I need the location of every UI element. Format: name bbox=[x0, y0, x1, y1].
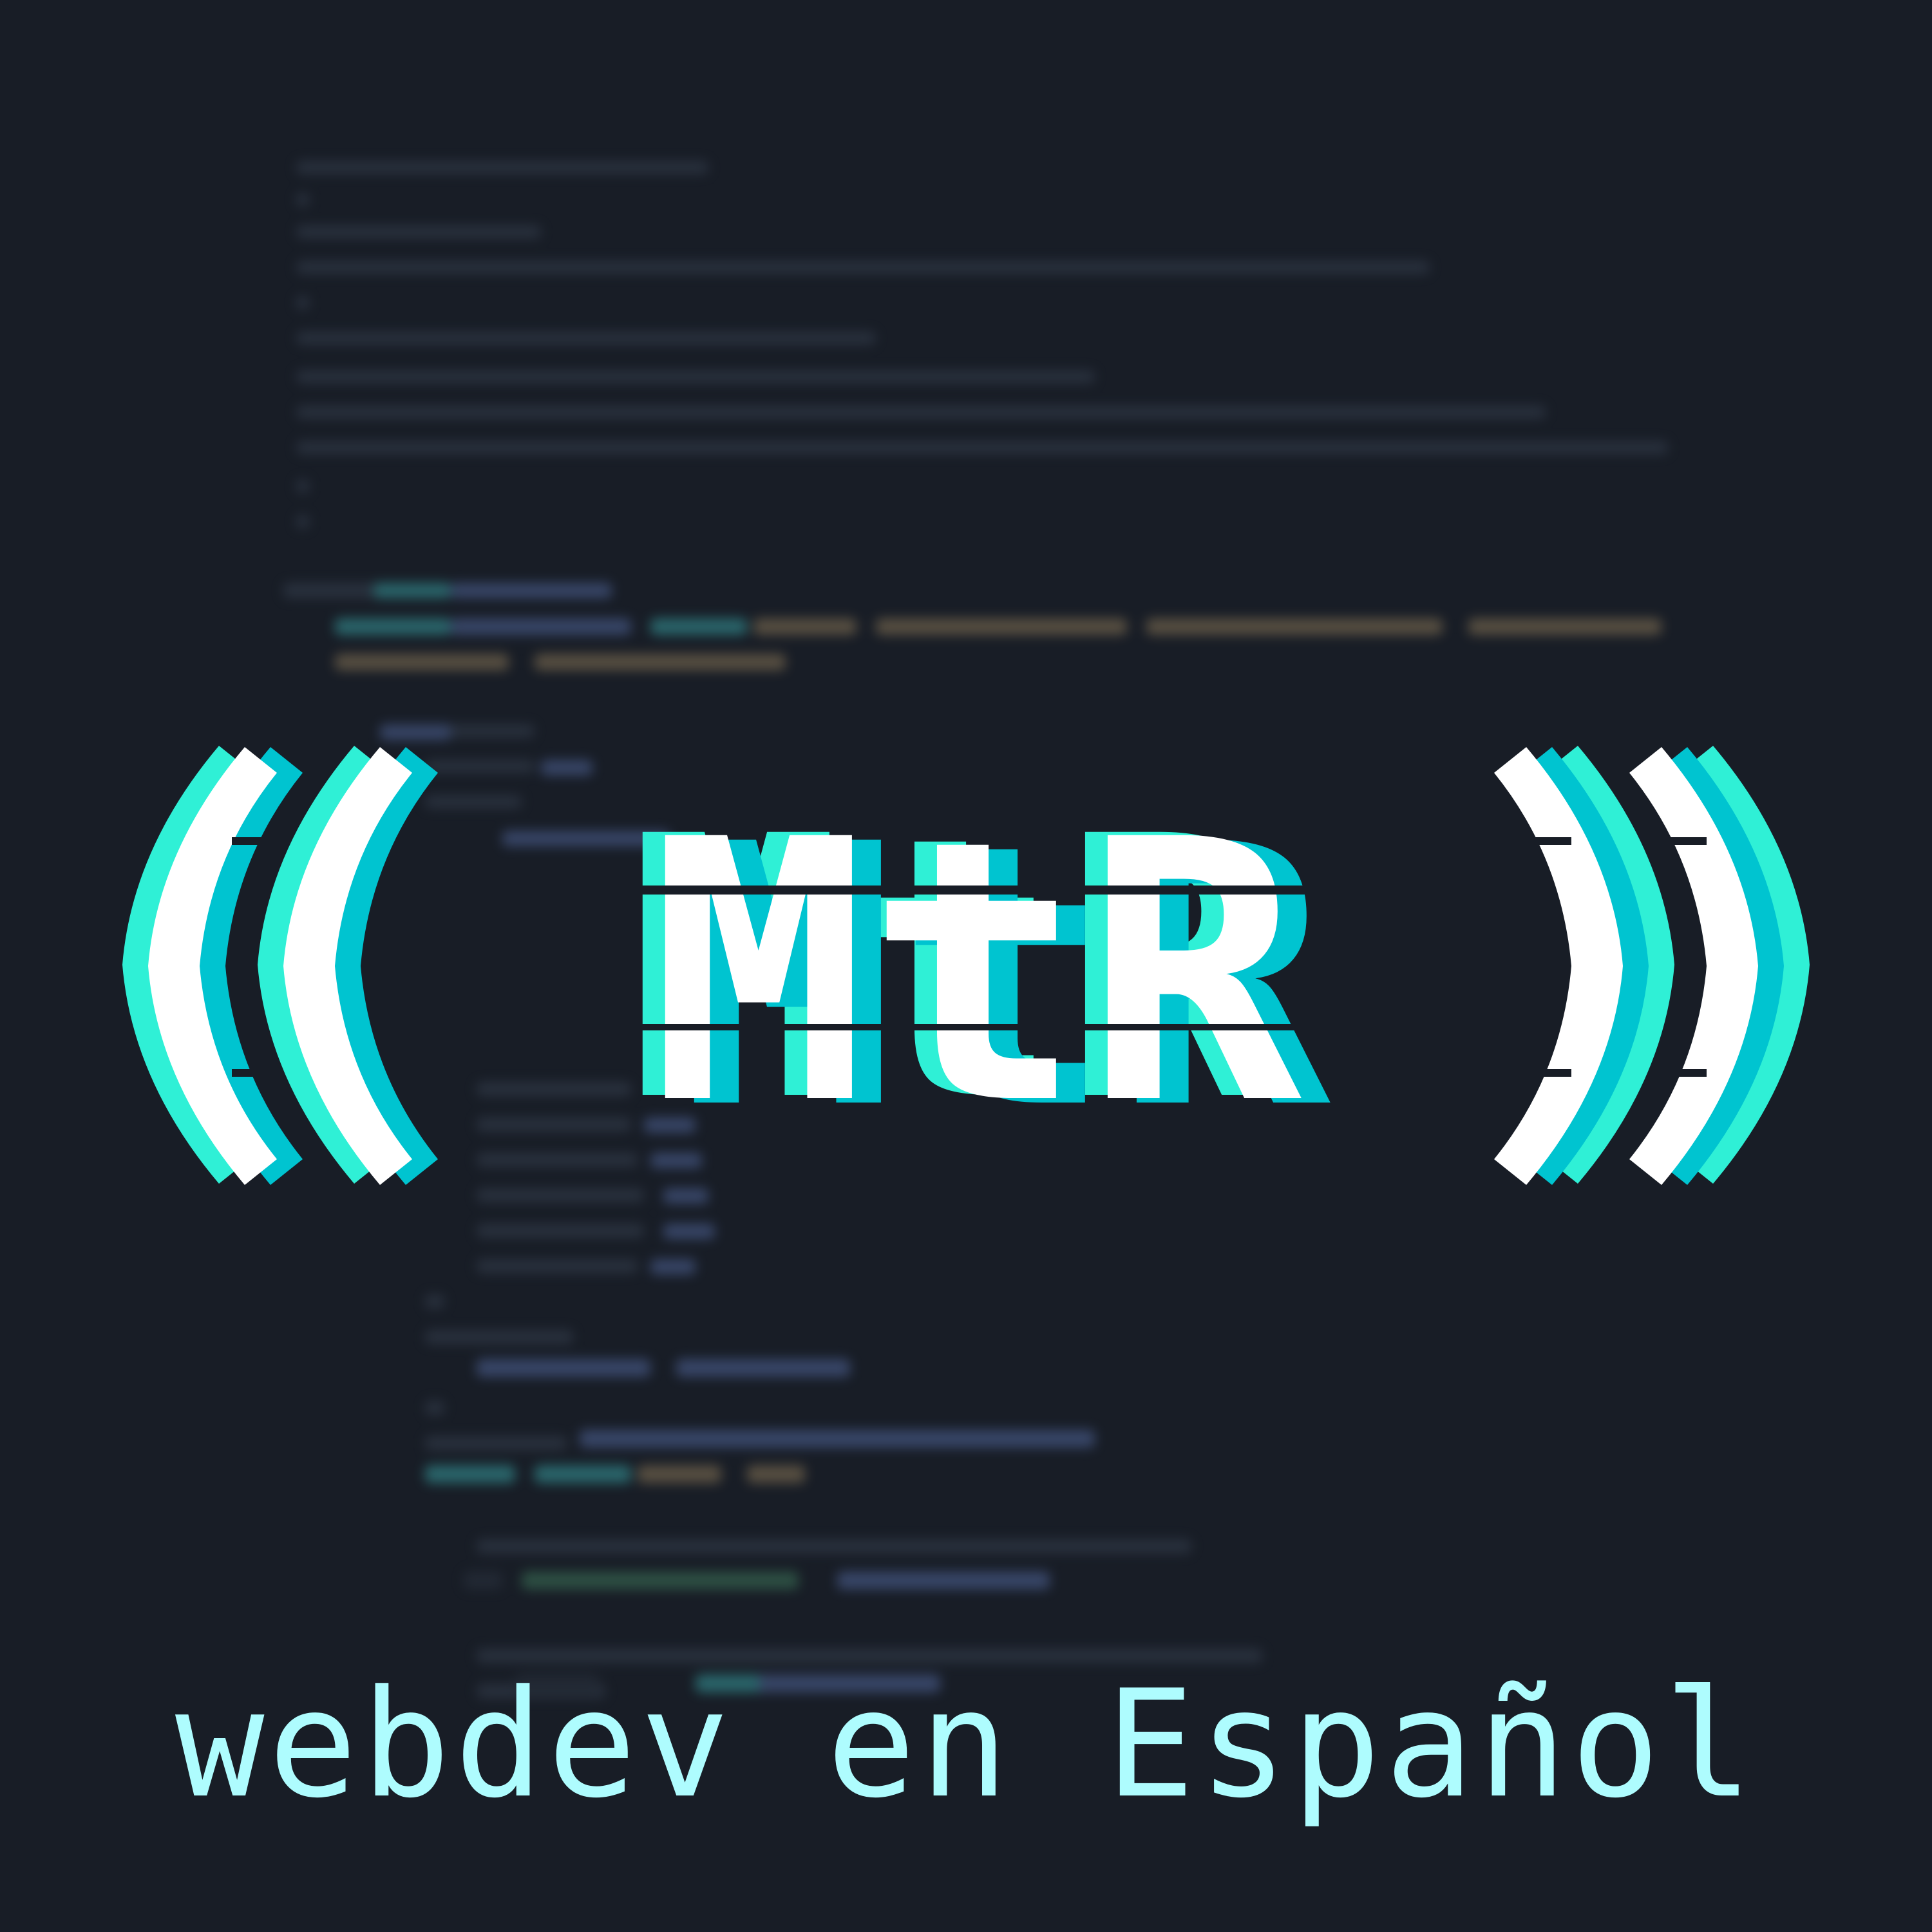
tagline: webdev en Español bbox=[175, 1659, 1757, 1831]
left-brackets-icon bbox=[97, 746, 438, 1185]
podcast-cover: MtR MtR MtR webdev en Español bbox=[0, 0, 1932, 1932]
right-brackets-icon bbox=[1494, 746, 1810, 1185]
mtr-logo: MtR MtR MtR bbox=[97, 746, 1810, 1188]
logo-text: MtR bbox=[650, 764, 1304, 1184]
